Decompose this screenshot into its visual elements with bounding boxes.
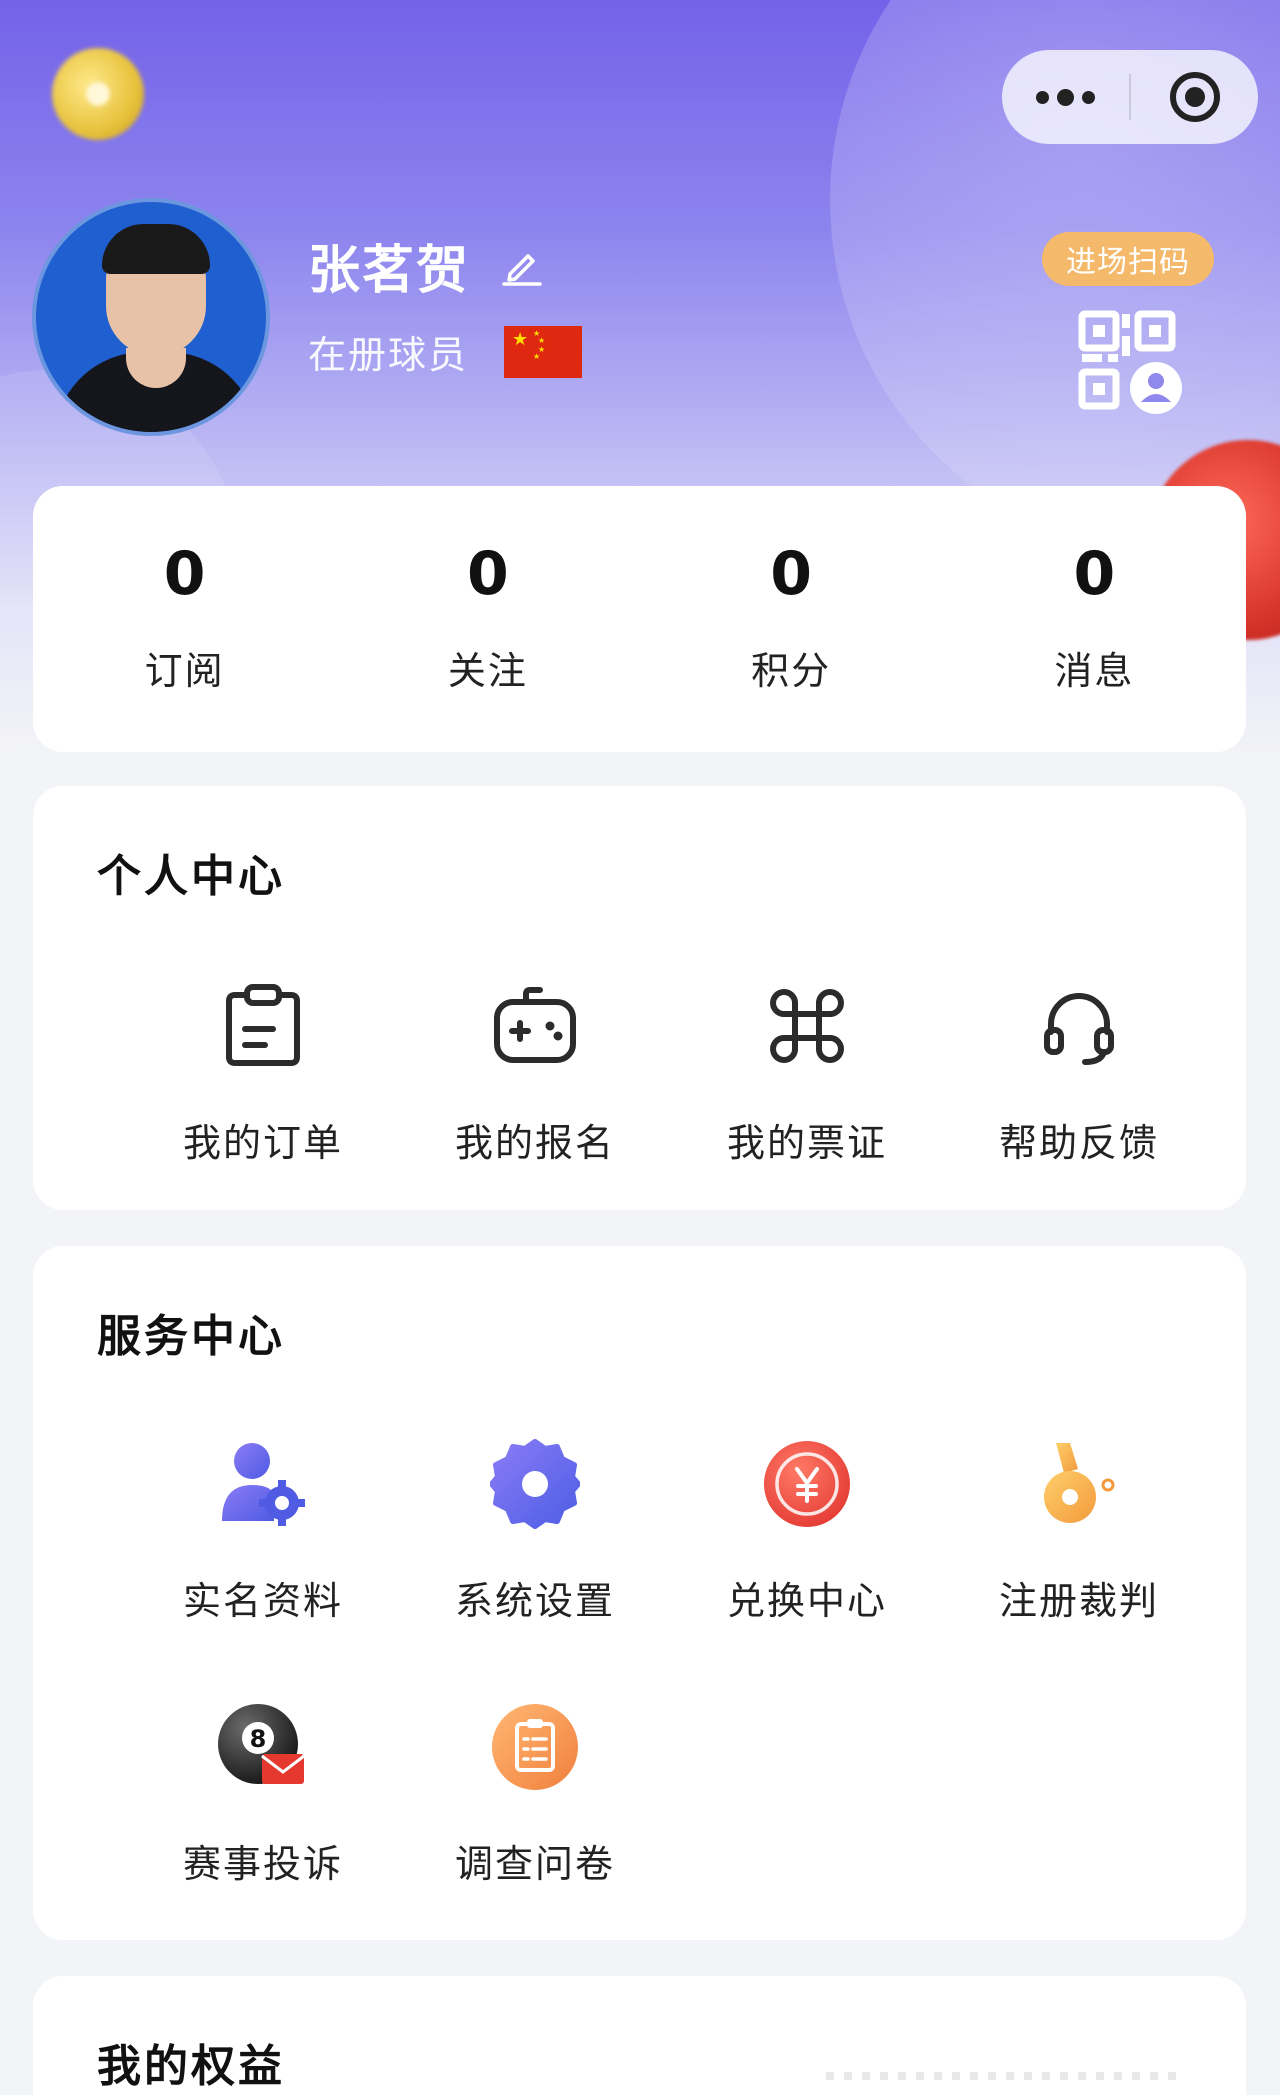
exchange-center-item[interactable]: 兑换中心 (671, 1436, 943, 1625)
my-registrations-item[interactable]: 我的报名 (399, 978, 671, 1167)
command-icon (759, 978, 855, 1074)
watermark-strip (826, 2072, 1186, 2080)
member-status: 在册球员 (308, 333, 469, 377)
profile-name-row: 张茗贺 (308, 228, 544, 303)
stat-value: 0 (163, 539, 206, 609)
stat-label: 订阅 (144, 649, 225, 693)
profile-page: 张茗贺 在册球员 ★ ★ ★ ★ ★ 进场扫码 0 订阅 0 关注 0 积分 0… (0, 0, 1280, 2095)
stat-label: 消息 (1054, 649, 1135, 693)
stat-value: 0 (467, 539, 509, 609)
personal-center-grid: 我的订单 我的报名 我的票证 帮助反馈 (33, 978, 1246, 1167)
settings-gear-icon (487, 1436, 583, 1532)
match-complaint-item[interactable]: 8 赛事投诉 (127, 1699, 399, 1888)
gamepad-icon (487, 978, 583, 1074)
personal-center-card: 个人中心 我的订单 我的报名 我的票证 帮助反馈 (33, 786, 1246, 1210)
stat-subscriptions[interactable]: 0 订阅 (33, 486, 336, 752)
item-label: 实名资料 (182, 1579, 343, 1623)
service-center-card: 服务中心 实名资料 系统设置 兑换中心 注册裁判 8 赛事投诉 调查问卷 (33, 1246, 1246, 1940)
edit-pencil-icon[interactable] (500, 244, 544, 288)
more-options-icon[interactable] (1002, 50, 1129, 144)
my-tickets-item[interactable]: 我的票证 (671, 978, 943, 1167)
qr-code-user-icon[interactable] (1078, 310, 1182, 414)
item-label: 系统设置 (454, 1579, 615, 1623)
stat-value: 0 (1073, 539, 1116, 609)
stat-label: 积分 (751, 649, 832, 693)
yuan-coin-icon (759, 1436, 855, 1532)
item-label: 调查问卷 (454, 1842, 615, 1886)
user-name: 张茗贺 (308, 241, 471, 301)
item-label: 我的报名 (454, 1121, 615, 1165)
eight-ball-mail-icon: 8 (215, 1699, 311, 1795)
billiard-ball-yellow-icon (52, 48, 144, 140)
register-referee-item[interactable]: 注册裁判 (943, 1436, 1215, 1625)
stat-following[interactable]: 0 关注 (336, 486, 639, 752)
clipboard-icon (215, 978, 311, 1074)
stat-label: 关注 (447, 649, 528, 693)
item-label: 我的票证 (726, 1121, 887, 1165)
user-gear-icon (215, 1436, 311, 1532)
system-settings-item[interactable]: 系统设置 (399, 1436, 671, 1625)
section-title: 服务中心 (97, 1311, 285, 1362)
item-label: 帮助反馈 (998, 1121, 1159, 1165)
scan-entry-badge[interactable]: 进场扫码 (1042, 232, 1214, 286)
my-orders-item[interactable]: 我的订单 (127, 978, 399, 1167)
stat-points[interactable]: 0 积分 (640, 486, 943, 752)
miniprogram-capsule (1002, 50, 1258, 144)
item-label: 注册裁判 (998, 1579, 1159, 1623)
china-flag-icon: ★ ★ ★ ★ ★ (504, 325, 583, 378)
stat-value: 0 (770, 539, 812, 609)
close-miniprogram-icon[interactable] (1131, 72, 1258, 122)
help-feedback-item[interactable]: 帮助反馈 (943, 978, 1215, 1167)
stat-messages[interactable]: 0 消息 (943, 486, 1246, 752)
item-label: 我的订单 (182, 1121, 343, 1165)
headset-icon (1031, 978, 1127, 1074)
stats-card: 0 订阅 0 关注 0 积分 0 消息 (33, 486, 1246, 752)
survey-clipboard-icon (487, 1699, 583, 1795)
service-center-grid: 实名资料 系统设置 兑换中心 注册裁判 8 赛事投诉 调查问卷 (33, 1436, 1246, 1888)
avatar[interactable] (32, 198, 270, 436)
section-title: 个人中心 (97, 851, 285, 902)
svg-text:8: 8 (250, 1725, 267, 1753)
section-title: 我的权益 (97, 2041, 285, 2092)
whistle-icon (1031, 1436, 1127, 1532)
real-name-info-item[interactable]: 实名资料 (127, 1436, 399, 1625)
item-label: 赛事投诉 (182, 1842, 343, 1886)
item-label: 兑换中心 (726, 1579, 887, 1623)
profile-status-row: 在册球员 ★ ★ ★ ★ ★ (308, 324, 583, 379)
survey-item[interactable]: 调查问卷 (399, 1699, 671, 1888)
avatar-hair (102, 224, 210, 274)
